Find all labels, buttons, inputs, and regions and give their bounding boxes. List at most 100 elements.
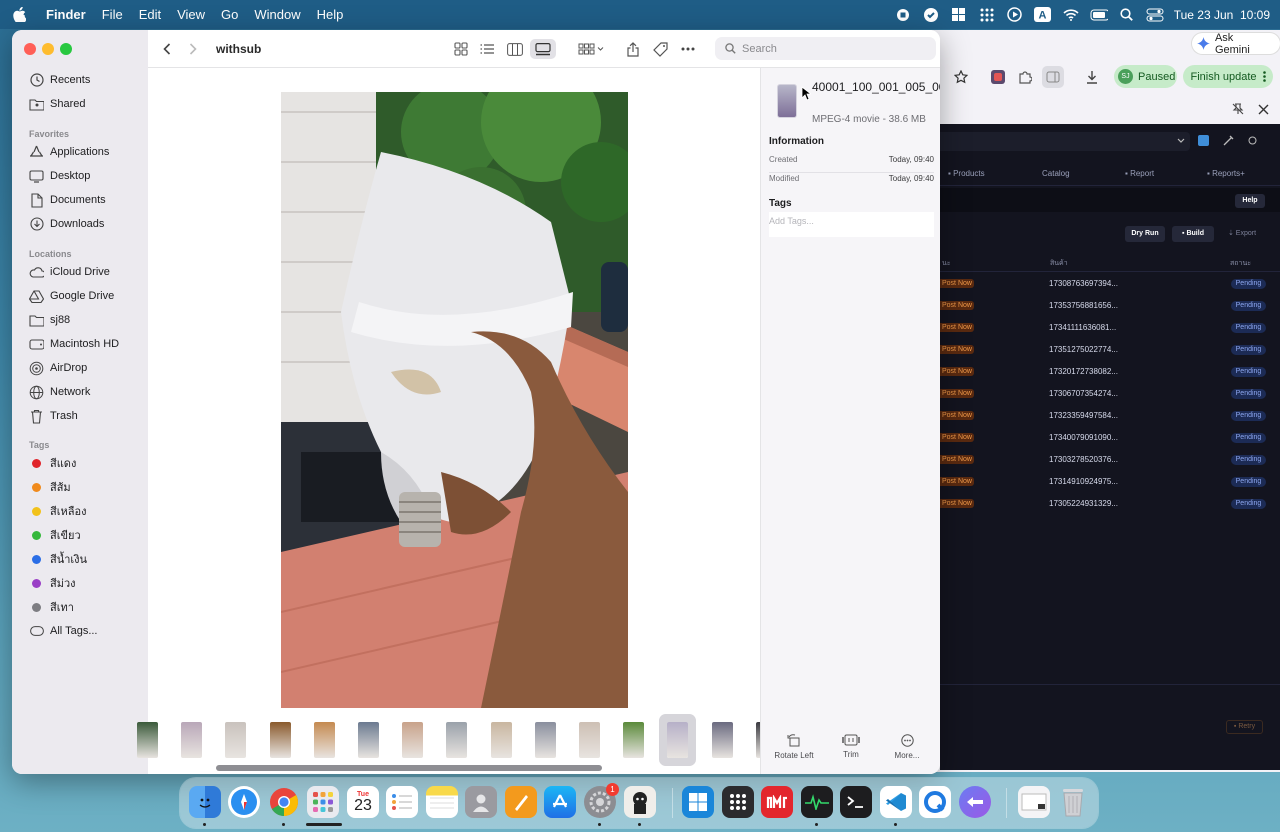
menu-finder[interactable]: Finder xyxy=(38,7,94,22)
download-icon[interactable] xyxy=(1084,69,1100,85)
thumbnail[interactable] xyxy=(490,722,512,758)
sidebar-item-shared[interactable]: Shared xyxy=(29,94,145,114)
wifi-icon[interactable] xyxy=(1062,6,1080,24)
table-row[interactable]: Post Now 17323359497584... Pending xyxy=(940,406,1280,428)
column-view-button[interactable] xyxy=(506,40,524,58)
forward-button[interactable] xyxy=(184,40,202,58)
back-button[interactable] xyxy=(158,40,176,58)
thumbnail[interactable] xyxy=(446,722,468,758)
sidebar-item-google-drive[interactable]: Google Drive xyxy=(29,286,145,306)
thumbnail[interactable] xyxy=(402,722,424,758)
trim-button[interactable]: Trim xyxy=(826,734,876,759)
trash-dock-icon[interactable] xyxy=(1057,786,1089,818)
sidebar-item-network[interactable]: Network xyxy=(29,382,145,402)
more-button[interactable]: More... xyxy=(882,734,932,760)
table-row[interactable]: Post Now 17340079091090... Pending xyxy=(940,428,1280,450)
vscode-dock-icon[interactable] xyxy=(880,786,912,818)
dashboard-select[interactable] xyxy=(940,132,1190,151)
input-source-icon[interactable]: A xyxy=(1034,6,1052,24)
battery-icon[interactable] xyxy=(1090,6,1108,24)
sidebar-item-tag-6[interactable]: สีเทา xyxy=(29,597,145,617)
table-row[interactable]: Post Now 17306707354274... Pending xyxy=(940,384,1280,406)
thumbnail[interactable] xyxy=(534,722,556,758)
table-row[interactable]: Post Now 17320172738082... Pending xyxy=(940,362,1280,384)
apple-menu-icon[interactable] xyxy=(0,7,38,22)
list-view-button[interactable] xyxy=(478,40,496,58)
sidebar-item-applications[interactable]: Applications xyxy=(29,142,145,162)
sidebar-item-desktop[interactable]: Desktop xyxy=(29,166,145,186)
menu-window[interactable]: Window xyxy=(246,7,308,22)
nav-catalog[interactable]: Catalog xyxy=(1042,169,1070,178)
sidebar-item-tag-4[interactable]: สีน้ำเงิน xyxy=(29,549,145,569)
menu-go[interactable]: Go xyxy=(213,7,246,22)
sidebar-item-macintosh-hd[interactable]: Macintosh HD xyxy=(29,334,145,354)
menubar-clock[interactable]: Tue 23 Jun 10:09 xyxy=(1174,8,1270,22)
thumbnail[interactable] xyxy=(711,722,733,758)
windows-grid-icon[interactable] xyxy=(950,6,968,24)
sidebar-item-all-tags[interactable]: All Tags... xyxy=(29,621,145,641)
extensions-puzzle-icon[interactable] xyxy=(1017,69,1033,85)
minimize-window-button[interactable] xyxy=(42,43,54,55)
group-by-button[interactable] xyxy=(576,40,606,58)
share-button[interactable] xyxy=(624,40,642,58)
bookmark-star-icon[interactable] xyxy=(953,69,969,85)
terminal-dock-icon[interactable] xyxy=(840,786,872,818)
control-center-icon[interactable] xyxy=(1146,6,1164,24)
rotate-left-button[interactable]: Rotate Left xyxy=(769,734,819,760)
menu-edit[interactable]: Edit xyxy=(131,7,169,22)
screenshot-stack-dock-icon[interactable] xyxy=(1018,786,1050,818)
sidebar-item-tag-0[interactable]: สีแดง xyxy=(29,453,145,473)
sidebar-item-recents[interactable]: Recents xyxy=(29,70,145,90)
nav-reports-plus[interactable]: ▪ Reports+ xyxy=(1207,169,1245,178)
sidebar-item-downloads[interactable]: Downloads xyxy=(29,214,145,234)
tag-button[interactable] xyxy=(651,40,669,58)
help-button[interactable]: Help xyxy=(1235,194,1265,208)
more-actions-button[interactable] xyxy=(679,40,697,58)
grid-launcher-dock-icon[interactable] xyxy=(722,786,754,818)
app-store-dock-icon[interactable] xyxy=(544,786,576,818)
add-tags-field[interactable]: Add Tags... xyxy=(769,212,934,237)
icon-view-button[interactable] xyxy=(452,40,470,58)
search-field[interactable]: Search xyxy=(715,37,936,60)
windows-app-dock-icon[interactable] xyxy=(682,786,714,818)
gallery-view-button[interactable] xyxy=(530,39,556,59)
zoom-window-button[interactable] xyxy=(60,43,72,55)
retry-button[interactable]: ▪ Retry xyxy=(1226,720,1263,734)
ai-app-dock-icon[interactable] xyxy=(761,786,793,818)
sidebar-item-documents[interactable]: Documents xyxy=(29,190,145,210)
table-row[interactable]: Post Now 17303278520376... Pending xyxy=(940,450,1280,472)
thumbnail[interactable] xyxy=(358,722,379,758)
vpn-shield-icon[interactable] xyxy=(922,6,940,24)
thumbnail[interactable] xyxy=(313,722,335,758)
thumbnail[interactable] xyxy=(225,722,247,758)
chrome-dock-icon[interactable] xyxy=(268,786,300,818)
table-row[interactable]: Post Now 17314910924975... Pending xyxy=(940,472,1280,494)
thumbnail[interactable] xyxy=(137,722,158,758)
menu-help[interactable]: Help xyxy=(309,7,352,22)
preview-image[interactable] xyxy=(281,92,628,708)
menu-view[interactable]: View xyxy=(169,7,213,22)
character-app-dock-icon[interactable] xyxy=(624,786,656,818)
thumbnail[interactable] xyxy=(269,722,291,758)
profile-paused-button[interactable]: SJ Paused xyxy=(1114,65,1177,88)
sidebar-item-airdrop[interactable]: AirDrop xyxy=(29,358,145,378)
assistant-dock-icon[interactable] xyxy=(959,786,991,818)
thumbnail[interactable] xyxy=(667,722,689,758)
spotlight-search-icon[interactable] xyxy=(1118,6,1136,24)
wand-icon[interactable] xyxy=(1223,135,1234,146)
thumbnail[interactable] xyxy=(579,722,600,758)
qtool-dock-icon[interactable] xyxy=(919,786,951,818)
thumbnail[interactable] xyxy=(181,722,203,758)
safari-dock-icon[interactable] xyxy=(228,786,260,818)
thumbnail[interactable] xyxy=(623,722,645,758)
reminders-dock-icon[interactable] xyxy=(386,786,418,818)
finder-dock-icon[interactable] xyxy=(189,786,221,818)
close-panel-icon[interactable] xyxy=(1255,101,1271,117)
play-circle-icon[interactable] xyxy=(1006,6,1024,24)
sidebar-item-tag-1[interactable]: สีส้ม xyxy=(29,477,145,497)
sidebar-item-trash[interactable]: Trash xyxy=(29,406,145,426)
record-stop-icon[interactable] xyxy=(894,6,912,24)
pages-dock-icon[interactable] xyxy=(505,786,537,818)
extension-app-icon[interactable] xyxy=(990,69,1006,85)
sidebar-item-sj88[interactable]: sj88 xyxy=(29,310,145,330)
